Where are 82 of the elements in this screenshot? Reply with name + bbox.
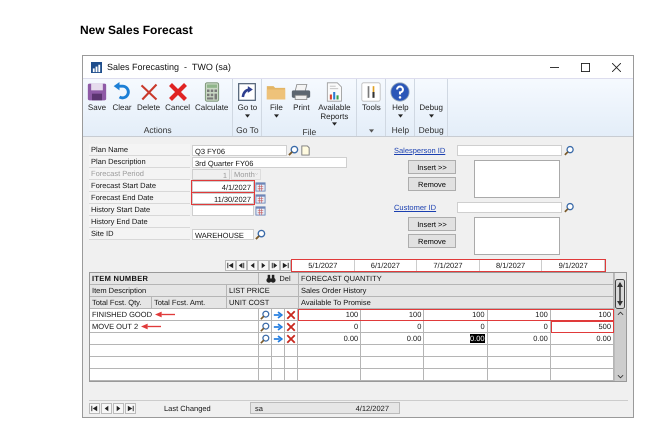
delete-button[interactable]: Delete	[135, 81, 162, 125]
table-cell[interactable]	[361, 369, 424, 381]
table-cell	[259, 357, 272, 369]
table-cell[interactable]	[488, 369, 551, 381]
printer-icon	[291, 82, 312, 102]
group-label: Actions	[144, 125, 172, 136]
delete-icon[interactable]	[286, 334, 296, 344]
previous-page-icon[interactable]	[236, 260, 247, 271]
search-icon[interactable]	[260, 310, 270, 320]
chart-icon	[91, 62, 102, 72]
search-icon[interactable]	[564, 202, 574, 213]
text-field[interactable]	[456, 145, 562, 156]
binoculars-icon[interactable]	[266, 274, 276, 284]
arrow-right-icon[interactable]	[273, 334, 283, 344]
table-cell	[272, 369, 285, 381]
search-icon[interactable]	[260, 322, 270, 332]
clear-button[interactable]: Clear	[110, 81, 134, 125]
calendar-icon[interactable]	[255, 180, 266, 192]
group-label: Debug	[418, 125, 444, 136]
table-cell	[272, 357, 285, 369]
arrow-right-icon[interactable]	[273, 322, 283, 332]
group-label: Go To	[236, 125, 259, 136]
search-icon[interactable]	[260, 334, 270, 344]
cancel-x-icon	[168, 82, 188, 102]
calendar-icon[interactable]	[255, 204, 266, 216]
save-button[interactable]: Save	[85, 81, 109, 125]
last-icon[interactable]	[280, 260, 291, 271]
tools-button[interactable]: Tools	[359, 81, 384, 125]
delete-icon[interactable]	[286, 322, 296, 332]
table-cell[interactable]	[424, 357, 488, 369]
search-icon[interactable]	[255, 228, 266, 240]
undo-arrow-icon	[112, 82, 132, 102]
scroll-down-icon[interactable]	[617, 374, 624, 379]
help-icon	[390, 82, 410, 102]
previous-icon[interactable]	[247, 260, 258, 271]
maximize-icon[interactable]	[581, 62, 590, 72]
text-field[interactable]	[456, 202, 562, 213]
scroll-up-icon[interactable]	[617, 311, 624, 316]
next-page-icon[interactable]	[269, 260, 280, 271]
table-cell[interactable]	[488, 357, 551, 369]
table-cell[interactable]	[488, 345, 551, 357]
page-heading: New Sales Forecast	[80, 22, 194, 38]
window-title: Sales Forecasting - TWO (sa)	[107, 62, 232, 72]
group-label: Help	[392, 125, 410, 136]
table-cell[interactable]	[424, 345, 488, 357]
table-cell	[285, 369, 298, 381]
calendar-icon[interactable]	[255, 192, 266, 204]
arrow-right-icon[interactable]	[273, 310, 283, 320]
date-field[interactable]	[192, 204, 254, 216]
tools-icon	[361, 82, 382, 102]
first-icon[interactable]	[89, 402, 100, 414]
delete-icon[interactable]	[286, 310, 296, 320]
table-cell	[259, 369, 272, 381]
scroll-bar[interactable]	[615, 309, 626, 381]
group-label: File	[302, 127, 316, 138]
search-icon[interactable]	[288, 144, 299, 156]
go-to-button[interactable]: Go to	[235, 81, 260, 125]
print-button[interactable]: Print	[289, 81, 314, 127]
table-cell[interactable]	[298, 357, 362, 369]
table-cell[interactable]	[361, 357, 424, 369]
table-cell[interactable]	[424, 369, 488, 381]
expand-rows-icon[interactable]	[615, 279, 626, 309]
calculate-button[interactable]: Calculate	[193, 81, 230, 125]
cancel-button[interactable]: Cancel	[163, 81, 192, 125]
report-chart-icon	[324, 82, 344, 102]
table-cell	[285, 357, 298, 369]
file-button[interactable]: File	[264, 81, 288, 127]
debug-button[interactable]: Debug	[417, 81, 445, 125]
table-cell[interactable]	[298, 369, 362, 381]
caret-icon[interactable]	[368, 129, 374, 133]
table-cell[interactable]	[298, 345, 362, 357]
table-cell[interactable]	[361, 345, 424, 357]
delete-x-icon	[138, 82, 159, 102]
help-button[interactable]: Help	[388, 81, 412, 125]
search-icon[interactable]	[564, 145, 574, 156]
close-icon[interactable]	[612, 62, 621, 72]
next-icon[interactable]	[258, 260, 269, 271]
first-icon[interactable]	[225, 260, 236, 271]
last-icon[interactable]	[125, 402, 136, 414]
next-icon[interactable]	[113, 402, 124, 414]
reports-button[interactable]: Available Reports	[314, 81, 354, 127]
previous-icon[interactable]	[101, 402, 112, 414]
